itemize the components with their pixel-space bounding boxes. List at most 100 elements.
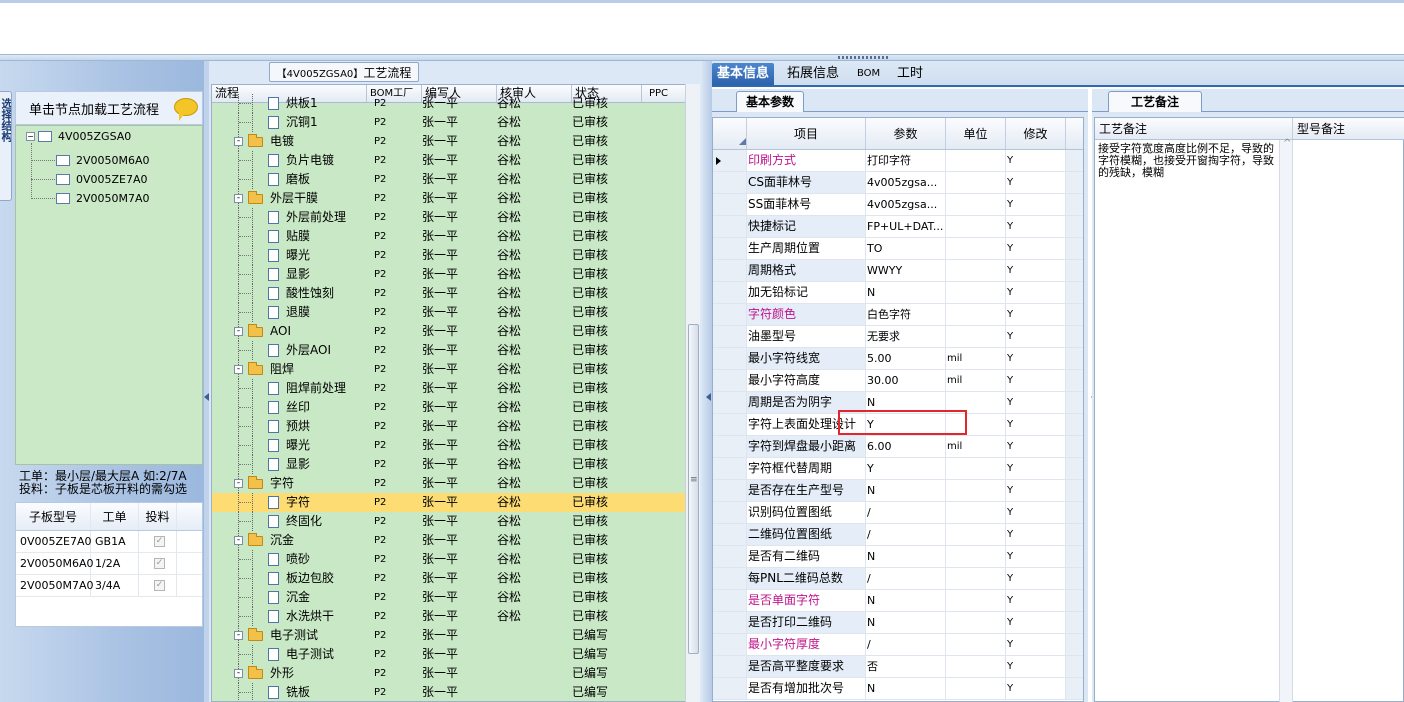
param-row[interactable]: 二维码位置图纸 / Y <box>713 524 1083 546</box>
cell-param[interactable]: / <box>866 568 946 590</box>
cell-unit[interactable] <box>946 634 1006 656</box>
param-row[interactable]: 是否存在生产型号 N Y <box>713 480 1083 502</box>
tab-bom[interactable]: BOM <box>852 63 885 85</box>
row-selector[interactable] <box>713 458 747 480</box>
process-step-row[interactable]: 外层AOI P2 张一平 谷松 已审核 <box>212 341 685 360</box>
cell-unit[interactable] <box>946 260 1006 282</box>
row-selector[interactable] <box>713 216 747 238</box>
cell-param[interactable]: / <box>866 634 946 656</box>
cell-param[interactable]: 否 <box>866 656 946 678</box>
row-selector[interactable] <box>713 150 747 172</box>
cell-unit[interactable] <box>946 172 1006 194</box>
tab-basic-info[interactable]: 基本信息 <box>712 63 775 85</box>
process-group-row[interactable]: - 字符 P2 张一平 谷松 已审核 <box>212 474 685 493</box>
cell-unit[interactable] <box>946 502 1006 524</box>
cell-param[interactable]: N <box>866 678 946 700</box>
row-selector[interactable] <box>713 238 747 260</box>
process-step-row[interactable]: 负片电镀 P2 张一平 谷松 已审核 <box>212 151 685 170</box>
cell-unit[interactable] <box>946 546 1006 568</box>
param-row[interactable]: 每PNL二维码总数 / Y <box>713 568 1083 590</box>
cell-unit[interactable]: mil <box>946 436 1006 458</box>
param-row[interactable]: 是否单面字符 N Y <box>713 590 1083 612</box>
row-selector[interactable] <box>713 502 747 524</box>
cell-unit[interactable] <box>946 656 1006 678</box>
remark-scrollbar[interactable] <box>1279 138 1293 702</box>
cell-unit[interactable] <box>946 524 1006 546</box>
cell-unit[interactable] <box>946 326 1006 348</box>
process-group-row[interactable]: - 沉金 P2 张一平 谷松 已审核 <box>212 531 685 550</box>
cell-param[interactable]: 4v005zgsa... <box>866 194 946 216</box>
process-step-row[interactable]: 显影 P2 张一平 谷松 已审核 <box>212 265 685 284</box>
process-step-row[interactable]: 阻焊前处理 P2 张一平 谷松 已审核 <box>212 379 685 398</box>
process-step-row[interactable]: 喷砂 P2 张一平 谷松 已审核 <box>212 550 685 569</box>
process-step-row[interactable]: 磨板 P2 张一平 谷松 已审核 <box>212 170 685 189</box>
process-step-row[interactable]: 退膜 P2 张一平 谷松 已审核 <box>212 303 685 322</box>
collapse-left-icon[interactable] <box>200 393 209 401</box>
process-step-row[interactable]: 曝光 P2 张一平 谷松 已审核 <box>212 246 685 265</box>
cell-param[interactable]: 5.00 <box>866 348 946 370</box>
row-selector[interactable] <box>713 480 747 502</box>
cell-param[interactable]: Y <box>866 458 946 480</box>
row-selector[interactable] <box>713 590 747 612</box>
row-selector[interactable] <box>713 392 747 414</box>
cell-unit[interactable] <box>946 282 1006 304</box>
row-selector[interactable] <box>713 524 747 546</box>
cell-order[interactable]: 3/4A <box>91 575 139 596</box>
param-row[interactable]: 最小字符厚度 / Y <box>713 634 1083 656</box>
param-row[interactable]: 生产周期位置 TO Y <box>713 238 1083 260</box>
process-scrollbar[interactable] <box>685 84 700 702</box>
process-group-row[interactable]: - 电子测试 P2 张一平 已编写 <box>212 626 685 645</box>
param-row[interactable]: 快捷标记 FP+UL+DAT... Y <box>713 216 1083 238</box>
cell-param[interactable]: 打印字符 <box>866 150 946 172</box>
collapse-left-icon[interactable] <box>702 393 711 401</box>
cell-param[interactable]: TO <box>866 238 946 260</box>
collapse-icon[interactable]: - <box>234 631 243 640</box>
param-row[interactable]: 是否高平整度要求否 Y <box>713 656 1083 678</box>
tab-work-hours[interactable]: 工时 <box>892 63 928 85</box>
collapse-icon[interactable]: - <box>234 536 243 545</box>
process-step-row[interactable]: 丝印 P2 张一平 谷松 已审核 <box>212 398 685 417</box>
param-row[interactable]: 是否打印二维码 N Y <box>713 612 1083 634</box>
row-selector[interactable] <box>713 194 747 216</box>
param-row[interactable]: 字符到焊盘最小距离 6.00 mil Y <box>713 436 1083 458</box>
collapse-icon[interactable]: - <box>234 365 243 374</box>
tree-node-root[interactable]: − 4V005ZGSA0 <box>26 127 131 145</box>
process-step-row[interactable]: 烘板1 P2 张一平 谷松 已审核 <box>212 94 685 113</box>
collapse-icon[interactable]: - <box>234 137 243 146</box>
tab-select-structure[interactable]: 选择结构 <box>0 91 12 201</box>
process-step-row[interactable]: 字符 P2 张一平 谷松 已审核 <box>212 493 685 512</box>
cell-param[interactable]: WWYY <box>866 260 946 282</box>
column-header[interactable]: 子板型号 <box>16 503 91 530</box>
param-row[interactable]: 加无铅标记 N Y <box>713 282 1083 304</box>
row-selector[interactable] <box>713 546 747 568</box>
feed-checkbox[interactable]: ✓ <box>154 580 165 591</box>
cell-param[interactable]: N <box>866 546 946 568</box>
process-step-row[interactable]: 铣板 P2 张一平 已编写 <box>212 683 685 701</box>
process-step-row[interactable]: 板边包胶 P2 张一平 谷松 已审核 <box>212 569 685 588</box>
cell-param[interactable]: 4v005zgsa... <box>866 172 946 194</box>
cell-param[interactable]: FP+UL+DAT... <box>866 216 946 238</box>
cell-param[interactable]: N <box>866 282 946 304</box>
cell-unit[interactable] <box>946 216 1006 238</box>
tree-node-child[interactable]: 0V005ZE7A0 <box>56 170 148 188</box>
cell-unit[interactable] <box>946 194 1006 216</box>
feed-checkbox[interactable]: ✓ <box>154 558 165 569</box>
tab-extended-info[interactable]: 拓展信息 <box>782 63 844 85</box>
collapse-icon[interactable]: - <box>234 479 243 488</box>
cell-unit[interactable] <box>946 150 1006 172</box>
process-group-row[interactable]: - AOI P2 张一平 谷松 已审核 <box>212 322 685 341</box>
feed-checkbox[interactable]: ✓ <box>154 536 165 547</box>
cell-unit[interactable] <box>946 304 1006 326</box>
param-row[interactable]: 字符框代替周期 Y Y <box>713 458 1083 480</box>
process-step-row[interactable]: 显影 P2 张一平 谷松 已审核 <box>212 455 685 474</box>
row-selector[interactable] <box>713 172 747 194</box>
row-selector[interactable] <box>713 326 747 348</box>
row-selector[interactable] <box>713 370 747 392</box>
cell-param[interactable]: / <box>866 524 946 546</box>
cell-unit[interactable] <box>946 612 1006 634</box>
process-group-row[interactable]: - 阻焊 P2 张一平 谷松 已审核 <box>212 360 685 379</box>
param-row[interactable]: 油墨型号 无要求 Y <box>713 326 1083 348</box>
table-row[interactable]: 2V0050M6A0 1/2A ✓ <box>16 553 202 575</box>
cell-param[interactable]: 白色字符 <box>866 304 946 326</box>
cell-unit[interactable] <box>946 480 1006 502</box>
